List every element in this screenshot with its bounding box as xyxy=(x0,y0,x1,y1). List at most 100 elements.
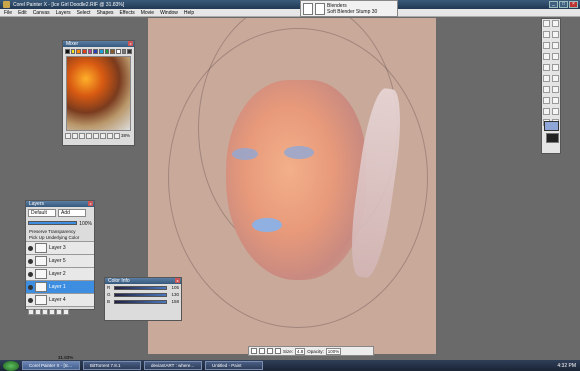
green-slider[interactable] xyxy=(114,292,167,297)
layer-opacity-slider[interactable] xyxy=(28,221,78,225)
menu-edit[interactable]: Edit xyxy=(18,10,27,16)
color-info-close-icon[interactable]: x xyxy=(175,278,180,283)
mixer-swatch[interactable] xyxy=(121,49,127,54)
visibility-eye-icon[interactable] xyxy=(28,271,33,277)
mixer-swatch[interactable] xyxy=(82,49,87,54)
sample-multiple-icon[interactable] xyxy=(93,133,99,139)
layer-row[interactable]: Layer 4 xyxy=(26,293,94,306)
brush-variant[interactable]: Soft Blender Stump 30 xyxy=(327,9,377,15)
layers-header[interactable]: Layers x xyxy=(26,201,94,207)
painting-canvas[interactable] xyxy=(148,18,436,354)
layer-mask-icon[interactable] xyxy=(56,309,62,315)
pen-tool-icon[interactable] xyxy=(543,86,550,93)
menu-effects[interactable]: Effects xyxy=(120,10,135,16)
menu-shapes[interactable]: Shapes xyxy=(97,10,114,16)
new-group-icon[interactable] xyxy=(49,309,55,315)
layer-row[interactable]: Layer 3 xyxy=(26,241,94,254)
menu-canvas[interactable]: Canvas xyxy=(33,10,50,16)
rectangle-select-icon[interactable] xyxy=(543,53,550,60)
mix-color-icon[interactable] xyxy=(79,133,85,139)
stroke-type-icon[interactable] xyxy=(267,348,273,354)
opacity-value[interactable]: 100% xyxy=(325,347,342,355)
layer-row[interactable]: Layer 5 xyxy=(26,254,94,267)
window-title: Corel Painter X - [Ice Girl Doodle2.RIF … xyxy=(13,1,125,8)
additional-color-swatch[interactable] xyxy=(546,133,559,143)
new-layer-icon[interactable] xyxy=(42,309,48,315)
reset-tool-icon[interactable] xyxy=(251,348,257,354)
dirty-brush-icon[interactable] xyxy=(65,133,71,139)
shape-tool-icon[interactable] xyxy=(552,75,559,82)
mixer-close-icon[interactable]: x xyxy=(128,41,133,46)
brush-category-icon[interactable] xyxy=(303,2,313,15)
mixer-swatch[interactable] xyxy=(93,49,99,54)
visibility-eye-icon[interactable] xyxy=(28,245,33,251)
menu-movie[interactable]: Movie xyxy=(141,10,154,16)
task-paint[interactable]: Untitled - Paint xyxy=(205,361,263,370)
apply-color-icon[interactable] xyxy=(72,133,78,139)
mixer-swatch[interactable] xyxy=(104,49,110,54)
task-painter[interactable]: Corel Painter X - [Ic... xyxy=(22,361,80,370)
layers-close-icon[interactable]: x xyxy=(88,201,93,206)
cloner-icon[interactable] xyxy=(552,86,559,93)
sample-color-icon[interactable] xyxy=(86,133,92,139)
menu-select[interactable]: Select xyxy=(77,10,91,16)
visibility-eye-icon[interactable] xyxy=(28,284,33,290)
crop-icon[interactable] xyxy=(552,64,559,71)
eraser-icon[interactable] xyxy=(552,31,559,38)
composite-method-select[interactable]: Default xyxy=(28,209,56,217)
dodge-icon[interactable] xyxy=(552,97,559,104)
mixer-swatch[interactable] xyxy=(99,49,104,54)
rubber-stamp-icon[interactable] xyxy=(543,97,550,104)
transform-icon[interactable] xyxy=(552,42,559,49)
menu-layers[interactable]: Layers xyxy=(56,10,71,16)
size-value[interactable]: 4.8 xyxy=(295,347,306,355)
mixer-header[interactable]: Mixer x xyxy=(63,41,134,47)
mixer-swatch[interactable] xyxy=(127,49,133,54)
paint-bucket-icon[interactable] xyxy=(543,31,550,38)
close-button[interactable]: × xyxy=(569,1,578,8)
dab-type-icon[interactable] xyxy=(259,348,265,354)
color-info-header[interactable]: Color Info x xyxy=(105,278,181,284)
mixer-swatch[interactable] xyxy=(110,49,116,54)
mixer-swatch[interactable] xyxy=(65,49,70,54)
mixer-swatch[interactable] xyxy=(87,49,93,54)
mixer-pad[interactable] xyxy=(66,56,131,131)
color-info-panel: Color Info x R 105 G 130 B 158 xyxy=(104,277,182,321)
layer-row[interactable]: Layer 1 xyxy=(26,280,94,293)
menu-window[interactable]: Window xyxy=(160,10,178,16)
brush-preview-icon[interactable] xyxy=(275,348,281,354)
brush-tool-icon[interactable] xyxy=(543,20,550,27)
mixer-swatch[interactable] xyxy=(76,49,82,54)
brush-variant-icon[interactable] xyxy=(315,2,325,15)
blue-row: B 158 xyxy=(107,299,179,304)
delete-layer-icon[interactable] xyxy=(63,309,69,315)
grabber-icon[interactable] xyxy=(543,108,550,115)
blend-method-select[interactable]: Add xyxy=(58,209,86,217)
visibility-eye-icon[interactable] xyxy=(28,297,33,303)
zoom-icon[interactable] xyxy=(100,133,106,139)
layer-adjuster-icon[interactable] xyxy=(543,42,550,49)
mixer-swatch[interactable] xyxy=(70,49,76,54)
clear-icon[interactable] xyxy=(114,133,120,139)
menu-file[interactable]: File xyxy=(4,10,12,16)
visibility-eye-icon[interactable] xyxy=(28,258,33,264)
text-tool-icon[interactable] xyxy=(543,75,550,82)
dynamic-plugins-icon[interactable] xyxy=(35,309,41,315)
mixer-swatch[interactable] xyxy=(116,49,121,54)
dropper-tool-icon[interactable] xyxy=(552,20,559,27)
task-deviantart[interactable]: deviantART : where... xyxy=(144,361,202,370)
minimize-button[interactable]: _ xyxy=(549,1,558,8)
layer-row[interactable]: Layer 2 xyxy=(26,267,94,280)
task-bittorrent[interactable]: BitTorrent 7.8.1 xyxy=(83,361,141,370)
start-button[interactable] xyxy=(3,360,19,371)
pan-icon[interactable] xyxy=(107,133,113,139)
blue-slider[interactable] xyxy=(114,299,167,304)
red-slider[interactable] xyxy=(114,285,167,290)
layer-commands-icon[interactable] xyxy=(28,309,34,315)
magnifier-icon[interactable] xyxy=(552,108,559,115)
lasso-icon[interactable] xyxy=(552,53,559,60)
menu-help[interactable]: Help xyxy=(184,10,194,16)
magic-wand-icon[interactable] xyxy=(543,64,550,71)
maximize-button[interactable]: □ xyxy=(559,1,568,8)
main-color-swatch[interactable] xyxy=(544,121,559,131)
